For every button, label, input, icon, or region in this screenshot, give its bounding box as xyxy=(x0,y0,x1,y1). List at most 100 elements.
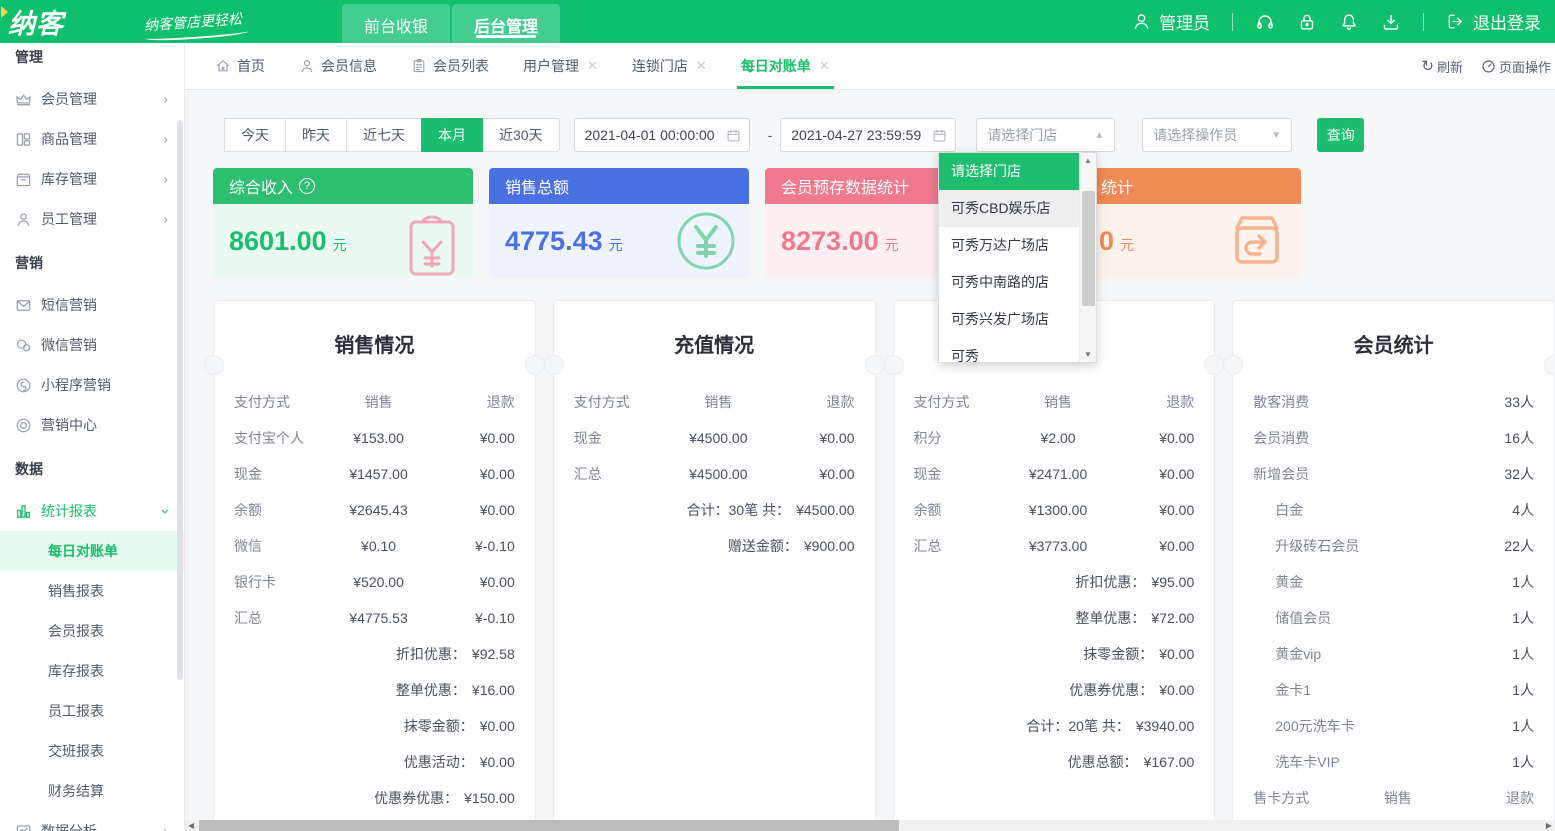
sidebar-submenu-item[interactable]: 销售报表 xyxy=(0,571,184,611)
page-ops-label: 页面操作 xyxy=(1499,57,1551,76)
sidebar-item-goods-manage[interactable]: 商品管理› xyxy=(0,119,184,159)
scrollbar-thumb[interactable] xyxy=(199,820,899,831)
sidebar-submenu-item[interactable]: 员工报表 xyxy=(0,691,184,731)
sidebar-section-manage: 管理 xyxy=(0,43,184,79)
sidebar-scrollbar[interactable] xyxy=(177,120,183,680)
stat-row: 会员消费 16人 xyxy=(1233,420,1554,456)
sidebar-item-label: 短信营销 xyxy=(41,295,97,315)
date-range-button[interactable]: 昨天 xyxy=(285,118,347,152)
sidebar-submenu-item[interactable]: 财务结算 xyxy=(0,771,184,811)
scroll-up-icon[interactable]: ▲ xyxy=(1080,156,1096,165)
scroll-right-icon[interactable]: ▶ xyxy=(1546,820,1552,831)
tab-member-list[interactable]: 会员列表 xyxy=(411,43,489,89)
date-range-button[interactable]: 本月 xyxy=(421,118,483,152)
store-dropdown-item[interactable]: 可秀CBD娱乐店 xyxy=(939,190,1079,227)
sidebar-item-member-manage[interactable]: 会员管理› xyxy=(0,79,184,119)
tab-home[interactable]: 首页 xyxy=(215,43,265,89)
help-icon[interactable]: ? xyxy=(299,178,315,194)
goods-icon xyxy=(15,131,32,148)
scrollbar-thumb[interactable] xyxy=(1082,191,1095,306)
chevron-right-icon: › xyxy=(163,211,168,228)
monitor-icon xyxy=(15,823,32,831)
store-dropdown-item[interactable]: 可秀兴发广场店 xyxy=(939,301,1079,338)
scroll-left-icon[interactable]: ◀ xyxy=(188,820,194,831)
stat-row: 储值会员 1人 xyxy=(1233,600,1554,636)
page-ops-button[interactable]: 页面操作 xyxy=(1481,57,1551,76)
date-range-button[interactable]: 近七天 xyxy=(346,118,422,152)
miniapp-icon xyxy=(15,377,32,394)
close-icon[interactable]: ✕ xyxy=(587,58,598,74)
table-row: 微信 ¥0.10 ¥-0.10 xyxy=(214,528,535,564)
operator-select[interactable]: 请选择操作员 ▼ xyxy=(1142,118,1292,152)
caret-up-icon: ▲ xyxy=(1094,130,1104,141)
horizontal-scrollbar[interactable]: ◀ ▶ xyxy=(185,820,1555,831)
sidebar-item-staff-manage[interactable]: 员工管理› xyxy=(0,199,184,239)
sidebar-item-inventory-manage[interactable]: 库存管理› xyxy=(0,159,184,199)
table-row: 汇总 ¥4775.53 ¥-0.10 xyxy=(214,600,535,636)
wechat-icon xyxy=(15,337,32,354)
store-dropdown-item[interactable]: 可秀 xyxy=(939,338,1079,362)
headset-icon[interactable] xyxy=(1255,12,1275,32)
circle-yen-icon xyxy=(675,210,737,272)
divider xyxy=(1423,13,1424,31)
report-panels: 销售情况 支付方式 销售 退款 支付宝个人 ¥153.00 ¥0.00 xyxy=(213,300,1555,831)
tab-daily-bill[interactable]: 每日对账单✕ xyxy=(741,43,830,89)
sidebar-submenu-item[interactable]: 交班报表 xyxy=(0,731,184,771)
panel-member-stats: 会员统计 散客消费 33人 会员消费 16人 xyxy=(1232,300,1555,831)
refresh-label: 刷新 xyxy=(1437,57,1463,76)
card-title: 会员预存数据统计 xyxy=(781,174,909,198)
scroll-down-icon[interactable]: ▼ xyxy=(1080,350,1096,359)
sidebar-item-marketing-center[interactable]: 营销中心 xyxy=(0,405,184,445)
stat-row: 散客消费 33人 xyxy=(1233,384,1554,420)
chevron-right-icon: › xyxy=(163,131,168,148)
store-dropdown-item[interactable]: 可秀万达广场店 xyxy=(939,227,1079,264)
panel-title: 充值情况 xyxy=(554,301,875,358)
table-header: 售卡方式 销售 退款 xyxy=(1233,780,1554,816)
admin-user[interactable]: 管理员 xyxy=(1132,9,1210,34)
summary-line: 合计：30笔 共： ¥4500.00 xyxy=(554,492,875,528)
sidebar-submenu-item[interactable]: 会员报表 xyxy=(0,611,184,651)
target-icon xyxy=(15,417,32,434)
store-select[interactable]: 请选择门店 ▲ xyxy=(976,118,1115,152)
sidebar-submenu-item[interactable]: 库存报表 xyxy=(0,651,184,691)
sidebar-item-sms-marketing[interactable]: 短信营销 xyxy=(0,285,184,325)
nav-backend-manage[interactable]: 后台管理 xyxy=(452,4,560,43)
end-date-input[interactable]: 2021-04-27 23:59:59 xyxy=(780,118,956,152)
stat-row: 新增会员 32人 xyxy=(1233,456,1554,492)
bar-chart-icon xyxy=(15,503,32,520)
sidebar-item-data-analysis[interactable]: 数据分析› xyxy=(0,811,184,831)
start-date-input[interactable]: 2021-04-01 00:00:00 xyxy=(574,118,750,152)
nav-front-cashier[interactable]: 前台收银 xyxy=(342,4,450,43)
sidebar: 管理 会员管理› 商品管理› 库存管理› 员工管理› 营销 短信营销 微信营销 xyxy=(0,43,185,831)
user-icon xyxy=(1132,12,1151,31)
tab-member-info[interactable]: 会员信息 xyxy=(299,43,377,89)
start-date-value: 2021-04-01 00:00:00 xyxy=(585,127,715,143)
tab-chain-store[interactable]: 连锁门店✕ xyxy=(632,43,707,89)
caret-down-icon: ▼ xyxy=(1271,130,1281,141)
logout-button[interactable]: 退出登录 xyxy=(1446,9,1541,34)
refresh-button[interactable]: ↻ 刷新 xyxy=(1421,57,1463,76)
stat-row: 金卡1 1人 xyxy=(1233,672,1554,708)
dropdown-scrollbar[interactable]: ▲ ▼ xyxy=(1079,153,1096,362)
sidebar-item-report[interactable]: 统计报表› xyxy=(0,491,184,531)
download-icon[interactable] xyxy=(1381,12,1401,32)
date-range-button[interactable]: 今天 xyxy=(224,118,286,152)
summary-line: 抹零金额： ¥0.00 xyxy=(214,708,535,744)
search-button[interactable]: 查询 xyxy=(1317,118,1364,152)
store-dropdown-item[interactable]: 请选择门店 xyxy=(939,153,1079,190)
stat-row: 洗车卡VIP 1人 xyxy=(1233,744,1554,780)
tab-user-manage[interactable]: 用户管理✕ xyxy=(523,43,598,89)
table-body: 支付宝个人 ¥153.00 ¥0.00 现金 ¥1457.00 ¥0.00 余额 xyxy=(214,420,535,636)
sidebar-submenu-item[interactable]: 每日对账单 xyxy=(0,531,184,571)
bell-icon[interactable] xyxy=(1339,12,1359,32)
stat-row: 200元洗车卡 1人 xyxy=(1233,708,1554,744)
close-icon[interactable]: ✕ xyxy=(819,58,830,74)
sidebar-item-label: 营销中心 xyxy=(41,415,97,435)
sidebar-item-miniapp-marketing[interactable]: 小程序营销 xyxy=(0,365,184,405)
crown-icon xyxy=(15,91,32,108)
store-dropdown-item[interactable]: 可秀中南路的店 xyxy=(939,264,1079,301)
lock-icon[interactable] xyxy=(1297,12,1317,32)
close-icon[interactable]: ✕ xyxy=(696,58,707,74)
date-range-button[interactable]: 近30天 xyxy=(482,118,560,152)
sidebar-item-wechat-marketing[interactable]: 微信营销 xyxy=(0,325,184,365)
